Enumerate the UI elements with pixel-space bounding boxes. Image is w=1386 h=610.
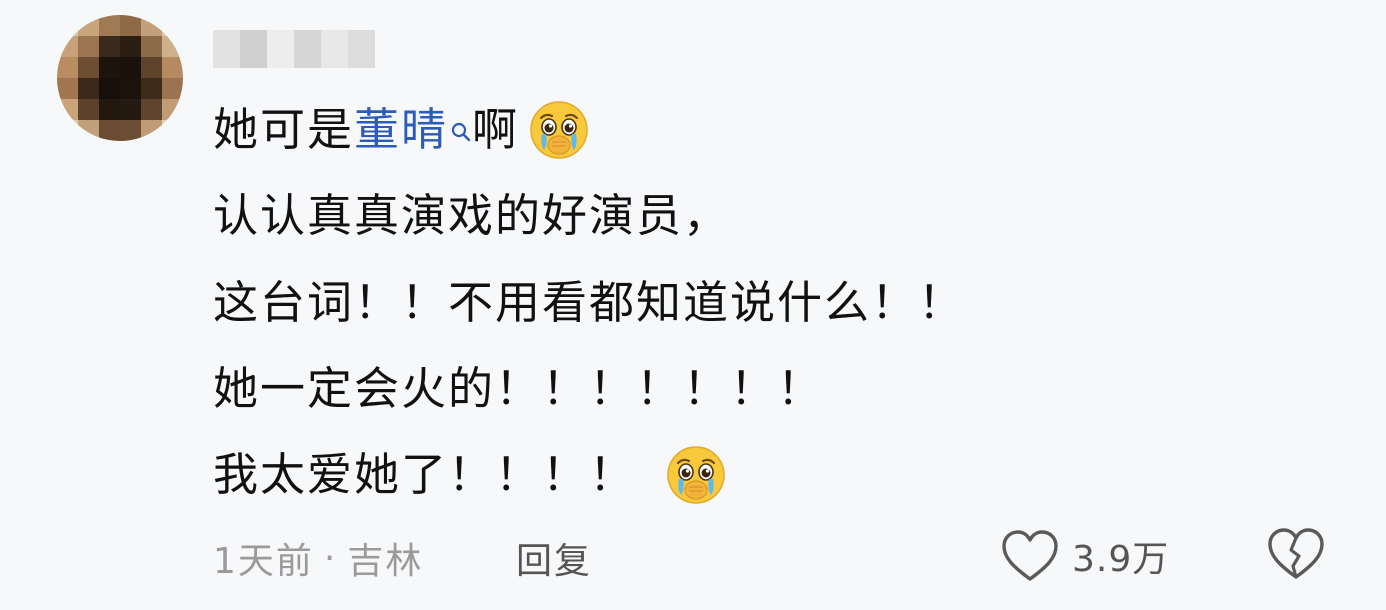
avatar-pixel — [162, 36, 183, 57]
avatar-pixel — [141, 78, 162, 99]
meta-separator: · — [323, 537, 338, 579]
search-icon — [450, 104, 472, 142]
avatar-pixel — [78, 15, 99, 36]
heart-outline-icon — [1000, 528, 1060, 584]
avatar-pixel — [120, 120, 141, 141]
comment-text: 这台词！！不用看都知道说什么！！ — [213, 276, 966, 329]
comment-meta: 1天前 · 吉林 — [213, 530, 423, 586]
avatar-pixel — [78, 36, 99, 57]
comment-text: 她可是 — [213, 103, 355, 156]
pleading-crying-face-icon — [664, 443, 728, 507]
avatar-pixel — [99, 120, 120, 141]
pleading-crying-face-icon — [527, 98, 591, 162]
avatar-pixel — [141, 57, 162, 78]
location: 吉林 — [347, 541, 424, 582]
comment-line-3: 这台词！！不用看都知道说什么！！ — [213, 273, 965, 333]
avatar-pixel — [120, 36, 141, 57]
avatar-pixel — [141, 15, 162, 36]
comment-card: 她可是 董晴 啊 认认真真演戏的好演员， 这台词！！不用看都知道说什么！！ 她一… — [0, 0, 1386, 610]
avatar-pixel — [78, 120, 99, 141]
avatar-pixel — [141, 120, 162, 141]
avatar-pixel — [141, 36, 162, 57]
avatar-pixel — [120, 15, 141, 36]
avatar-pixel — [162, 57, 183, 78]
avatar-pixel — [99, 15, 120, 36]
avatar-pixel — [57, 36, 78, 57]
username-pixelated[interactable] — [213, 30, 375, 68]
avatar-pixel — [120, 78, 141, 99]
username-pixel — [294, 30, 321, 68]
like-button[interactable]: 3.9万 — [1000, 526, 1169, 586]
comment-line-1: 她可是 董晴 啊 — [213, 100, 591, 160]
avatar-pixel — [57, 15, 78, 36]
avatar-pixel — [162, 15, 183, 36]
avatar-pixel — [57, 78, 78, 99]
avatar-pixel — [78, 57, 99, 78]
username-pixel — [240, 30, 267, 68]
avatar-pixel — [99, 78, 120, 99]
username-pixel — [267, 30, 294, 68]
avatar-pixel — [162, 120, 183, 141]
avatar-pixel — [99, 57, 120, 78]
avatar-pixel — [57, 99, 78, 120]
comment-line-2: 认认真真演戏的好演员， — [213, 186, 730, 246]
comment-line-5: 我太爱她了！！！！ — [213, 445, 728, 505]
avatar-pixel — [120, 57, 141, 78]
username-pixel — [348, 30, 375, 68]
avatar-pixel — [78, 78, 99, 99]
avatar[interactable] — [57, 15, 183, 141]
avatar-pixel — [141, 99, 162, 120]
broken-heart-icon — [1266, 526, 1326, 582]
reply-button[interactable]: 回复 — [516, 530, 592, 586]
avatar-pixel — [99, 99, 120, 120]
mention-link[interactable]: 董晴 — [354, 100, 472, 160]
avatar-pixel — [99, 36, 120, 57]
avatar-pixel — [162, 78, 183, 99]
avatar-pixel — [162, 99, 183, 120]
avatar-pixel — [120, 99, 141, 120]
like-count: 3.9万 — [1072, 539, 1170, 580]
avatar-pixel — [57, 120, 78, 141]
comment-text: 啊 — [472, 103, 520, 156]
avatar-pixel — [78, 99, 99, 120]
comment-text: 我太爱她了！！！！ — [213, 448, 637, 501]
comment-text: 认认真真演戏的好演员， — [213, 189, 731, 242]
username-pixel — [321, 30, 348, 68]
timestamp: 1天前 — [213, 541, 314, 582]
username-pixel — [213, 30, 240, 68]
avatar-pixel — [57, 57, 78, 78]
comment-line-4: 她一定会火的！！！！！！！ — [213, 359, 824, 419]
dislike-button[interactable] — [1266, 526, 1326, 586]
comment-text: 她一定会火的！！！！！！！ — [213, 362, 825, 415]
mention-text: 董晴 — [354, 103, 449, 156]
